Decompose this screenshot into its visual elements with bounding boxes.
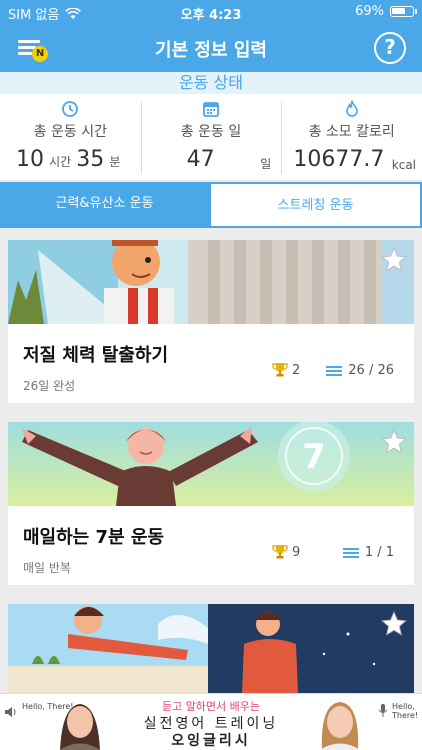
stats-panel: 총 운동 시간 10 시간 35 분 총 운동 일 47 일 총 소모 칼로리 … xyxy=(0,94,422,180)
program-image xyxy=(8,240,414,324)
tab-strength-cardio[interactable]: 근력&유산소 운동 xyxy=(0,182,209,228)
hello-bubble-right: Hello, There! xyxy=(392,702,419,720)
trophy-value: 2 xyxy=(292,362,301,378)
days-unit: 일 xyxy=(260,157,272,171)
star-icon[interactable] xyxy=(380,428,408,456)
flame-icon xyxy=(345,100,358,117)
battery-percent: 69% xyxy=(355,4,384,19)
list-icon xyxy=(342,547,359,558)
program-progress: 26 / 26 xyxy=(326,363,394,378)
ad-banner[interactable]: Hello, There! 듣고 말하면서 배우는 실전영어 트레이닝 오잉글리… xyxy=(0,693,422,750)
program-title: 저질 체력 탈출하기 xyxy=(23,345,169,366)
trophy-count: 9 xyxy=(272,544,300,560)
star-icon[interactable] xyxy=(380,246,408,274)
stat-total-time: 총 운동 시간 10 시간 35 분 xyxy=(0,94,141,180)
program-subtitle: 매일 반복 xyxy=(23,561,71,575)
trophy-icon xyxy=(272,363,288,377)
seven-badge: 7 xyxy=(302,437,326,477)
program-card[interactable] xyxy=(8,604,414,693)
program-card[interactable]: 7 매일하는 7분 운동 매일 반복 9 1 / 1 xyxy=(8,422,414,585)
program-card[interactable]: 저질 체력 탈출하기 26일 완성 2 26 / 26 xyxy=(8,240,414,403)
stat-calories: 10677.7 xyxy=(293,147,385,172)
trophy-value: 9 xyxy=(292,544,301,560)
star-icon[interactable] xyxy=(380,610,408,638)
clock-icon xyxy=(62,101,79,117)
stat-total-calories: 총 소모 칼로리 10677.7 kcal xyxy=(281,94,422,180)
program-image xyxy=(8,604,414,693)
program-title: 매일하는 7분 운동 xyxy=(23,527,164,548)
stat-label: 총 소모 칼로리 xyxy=(308,124,395,140)
trophy-count: 2 xyxy=(272,362,300,378)
stat-minutes: 35 xyxy=(76,147,105,172)
list-icon xyxy=(326,365,343,376)
progress-value: 26 / 26 xyxy=(348,363,394,378)
banner-person-right xyxy=(319,702,361,750)
section-title: 운동 상태 xyxy=(0,72,422,94)
minutes-unit: 분 xyxy=(109,155,121,169)
battery-icon xyxy=(390,6,417,17)
trophy-icon xyxy=(272,545,288,559)
stat-label: 총 운동 시간 xyxy=(33,124,107,140)
stat-hours: 10 xyxy=(16,147,44,172)
tab-bar: 근력&유산소 운동 스트레칭 운동 xyxy=(0,182,422,228)
progress-value: 1 / 1 xyxy=(364,545,394,560)
stat-label: 총 운동 일 xyxy=(180,124,242,140)
program-progress: 1 / 1 xyxy=(342,545,394,560)
status-bar: SIM 없음 오후 4:23 69% xyxy=(0,0,422,24)
stat-total-days: 총 운동 일 47 일 xyxy=(140,94,282,180)
program-subtitle: 26일 완성 xyxy=(23,379,76,393)
nav-bar: N 기본 정보 입력 ? xyxy=(0,24,422,72)
program-image: 7 xyxy=(8,422,414,506)
hours-unit: 시간 xyxy=(49,155,72,169)
tab-stretching[interactable]: 스트레칭 운동 xyxy=(209,182,422,228)
microphone-icon xyxy=(378,704,388,717)
calendar-icon xyxy=(203,102,219,117)
calories-unit: kcal xyxy=(391,158,417,172)
page-title: 기본 정보 입력 xyxy=(155,40,267,61)
stat-days: 47 xyxy=(186,147,215,172)
help-button[interactable]: ? xyxy=(374,32,406,64)
